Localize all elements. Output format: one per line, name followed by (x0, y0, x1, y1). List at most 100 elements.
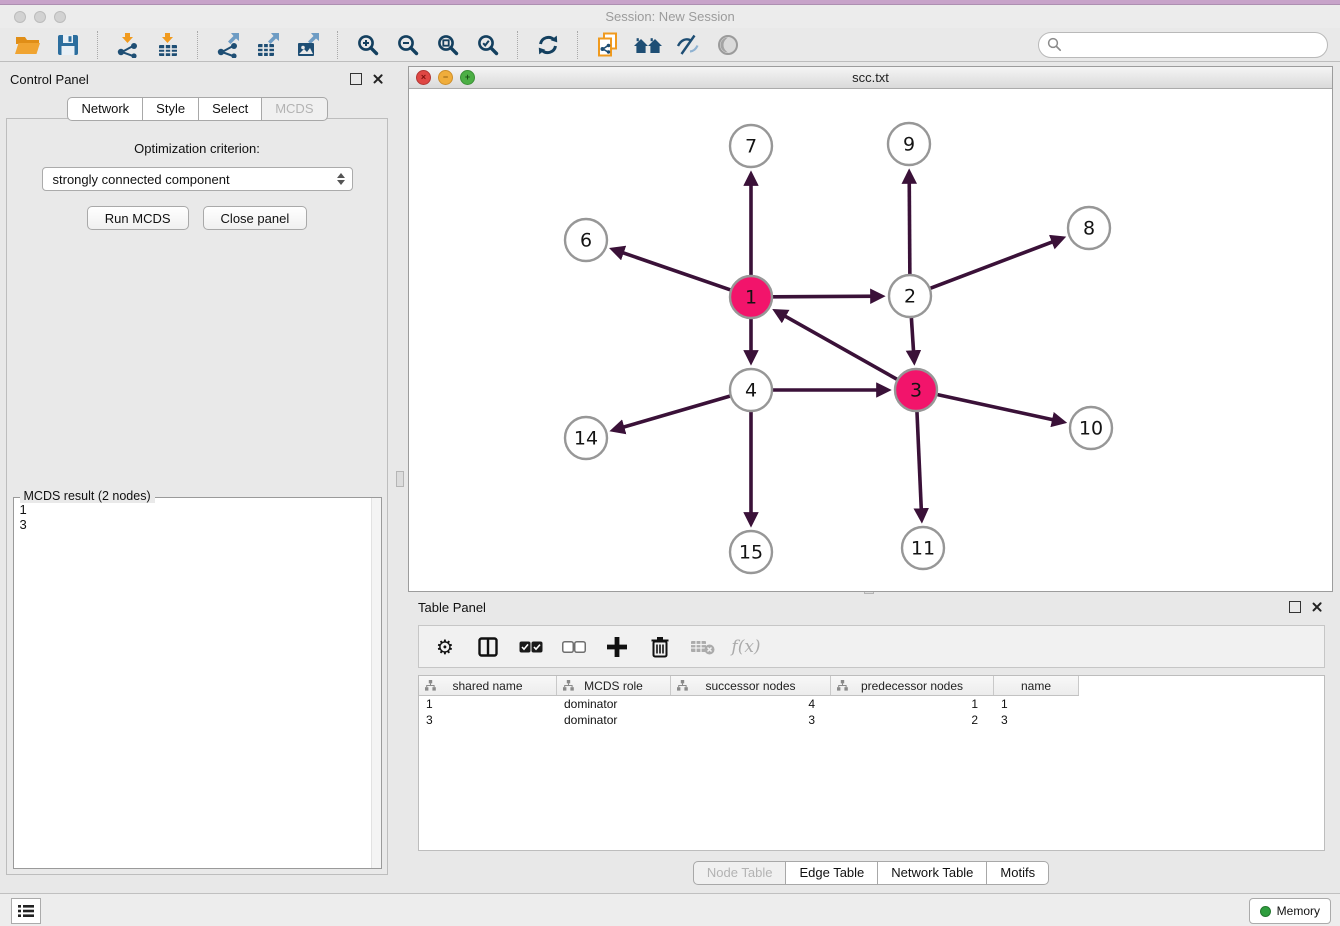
node-6[interactable]: 6 (565, 219, 607, 261)
node-label: 8 (1083, 218, 1095, 240)
edge-3-10[interactable] (937, 395, 1062, 422)
import-table-icon[interactable] (153, 30, 183, 60)
close-panel-button[interactable]: Close panel (203, 206, 308, 230)
duplicate-network-icon[interactable] (593, 30, 623, 60)
cell-name[interactable]: 3 (994, 713, 1079, 727)
cell-MCDS-role[interactable]: dominator (557, 697, 671, 711)
zoom-in-icon[interactable] (353, 30, 383, 60)
export-table-icon[interactable] (253, 30, 283, 60)
tab-motifs[interactable]: Motifs (986, 861, 1049, 885)
edge-1-6[interactable] (613, 249, 730, 289)
node-11[interactable]: 11 (902, 527, 944, 569)
node-label: 4 (745, 380, 757, 402)
node-14[interactable]: 14 (565, 417, 607, 459)
control-panel: Control Panel Network Style Select MCDS … (0, 66, 394, 880)
memory-button[interactable]: Memory (1249, 898, 1331, 924)
zoom-out-icon[interactable] (393, 30, 423, 60)
edge-3-1[interactable] (776, 311, 897, 379)
dropdown-stepper-icon (337, 173, 345, 185)
table-panel-tabs: Node Table Edge Table Network Table Moti… (408, 861, 1333, 885)
edge-4-14[interactable] (614, 396, 730, 430)
import-network-icon[interactable] (113, 30, 143, 60)
cell-shared-name[interactable]: 3 (419, 713, 557, 727)
export-image-icon[interactable] (293, 30, 323, 60)
cell-successor-nodes[interactable]: 3 (671, 713, 831, 727)
table-row-2[interactable]: 3dominator323 (419, 712, 1324, 728)
edge-2-9[interactable] (909, 173, 910, 274)
column-header-label: successor nodes (705, 679, 795, 693)
zoom-selected-icon[interactable] (473, 30, 503, 60)
vertical-splitter-handle[interactable] (396, 471, 404, 487)
cell-predecessor-nodes[interactable]: 2 (831, 713, 994, 727)
deselect-all-rows-icon[interactable] (562, 635, 586, 659)
zoom-fit-icon[interactable] (433, 30, 463, 60)
float-panel-icon[interactable] (350, 73, 362, 85)
task-history-button[interactable] (11, 898, 41, 924)
open-file-icon[interactable] (13, 30, 43, 60)
network-frame-title: scc.txt (409, 70, 1332, 85)
column-header-successor-nodes[interactable]: successor nodes (671, 676, 831, 695)
float-table-panel-icon[interactable] (1289, 601, 1301, 613)
hide-details-icon[interactable] (673, 30, 703, 60)
select-all-rows-icon[interactable] (519, 635, 543, 659)
edge-2-8[interactable] (931, 238, 1062, 288)
cell-name[interactable]: 1 (994, 697, 1079, 711)
home-icon[interactable] (633, 30, 663, 60)
delete-row-trash-icon[interactable] (648, 635, 672, 659)
close-table-panel-icon[interactable] (1311, 601, 1323, 613)
node-label: 2 (904, 286, 916, 308)
frame-minimize-icon[interactable]: − (438, 70, 453, 85)
node-7[interactable]: 7 (730, 125, 772, 167)
frame-close-icon[interactable]: × (416, 70, 431, 85)
result-scrollbar[interactable] (371, 498, 381, 868)
close-panel-icon[interactable] (372, 73, 384, 85)
node-9[interactable]: 9 (888, 123, 930, 165)
tab-mcds[interactable]: MCDS (261, 97, 327, 121)
network-frame-titlebar[interactable]: scc.txt × − + (409, 67, 1332, 89)
table-body: 1dominator4113dominator323 (419, 696, 1324, 728)
view-toggle-icon[interactable] (713, 30, 743, 60)
node-10[interactable]: 10 (1070, 407, 1112, 449)
node-1[interactable]: 1 (730, 276, 772, 318)
run-mcds-button[interactable]: Run MCDS (87, 206, 189, 230)
tab-node-table[interactable]: Node Table (693, 861, 787, 885)
table-row-1[interactable]: 1dominator411 (419, 696, 1324, 712)
tab-style[interactable]: Style (142, 97, 199, 121)
edge-1-2[interactable] (773, 296, 881, 297)
node-4[interactable]: 4 (730, 369, 772, 411)
node-3[interactable]: 3 (895, 369, 937, 411)
criterion-dropdown[interactable]: strongly connected component (42, 167, 353, 191)
cell-MCDS-role[interactable]: dominator (557, 713, 671, 727)
tab-network[interactable]: Network (67, 97, 143, 121)
column-header-MCDS-role[interactable]: MCDS role (557, 676, 671, 695)
node-label: 7 (745, 136, 757, 158)
save-session-icon[interactable] (53, 30, 83, 60)
network-view-frame: scc.txt × − + 1 2 3 4 6 7 8 9 10 11 14 15 (408, 66, 1333, 592)
graph-canvas[interactable]: 1 2 3 4 6 7 8 9 10 11 14 15 (409, 88, 1332, 591)
column-header-shared-name[interactable]: shared name (419, 676, 557, 695)
add-row-icon[interactable] (605, 635, 629, 659)
table-settings-gear-icon[interactable]: ⚙ (433, 635, 457, 659)
frame-maximize-icon[interactable]: + (460, 70, 475, 85)
node-15[interactable]: 15 (730, 531, 772, 573)
column-layout-icon[interactable] (476, 635, 500, 659)
edge-2-3[interactable] (911, 318, 914, 361)
node-8[interactable]: 8 (1068, 207, 1110, 249)
mcds-result-text[interactable]: 1 3 (14, 500, 371, 868)
cell-shared-name[interactable]: 1 (419, 697, 557, 711)
refresh-layout-icon[interactable] (533, 30, 563, 60)
tab-select[interactable]: Select (198, 97, 262, 121)
table-panel-title: Table Panel (418, 600, 486, 615)
tab-edge-table[interactable]: Edge Table (785, 861, 878, 885)
edge-3-11[interactable] (917, 412, 922, 519)
column-header-label: predecessor nodes (861, 679, 963, 693)
export-network-icon[interactable] (213, 30, 243, 60)
search-input[interactable] (1038, 32, 1328, 58)
column-header-name[interactable]: name (994, 676, 1079, 695)
column-header-label: name (1021, 679, 1051, 693)
node-2[interactable]: 2 (889, 275, 931, 317)
tab-network-table[interactable]: Network Table (877, 861, 987, 885)
cell-predecessor-nodes[interactable]: 1 (831, 697, 994, 711)
column-header-predecessor-nodes[interactable]: predecessor nodes (831, 676, 994, 695)
cell-successor-nodes[interactable]: 4 (671, 697, 831, 711)
